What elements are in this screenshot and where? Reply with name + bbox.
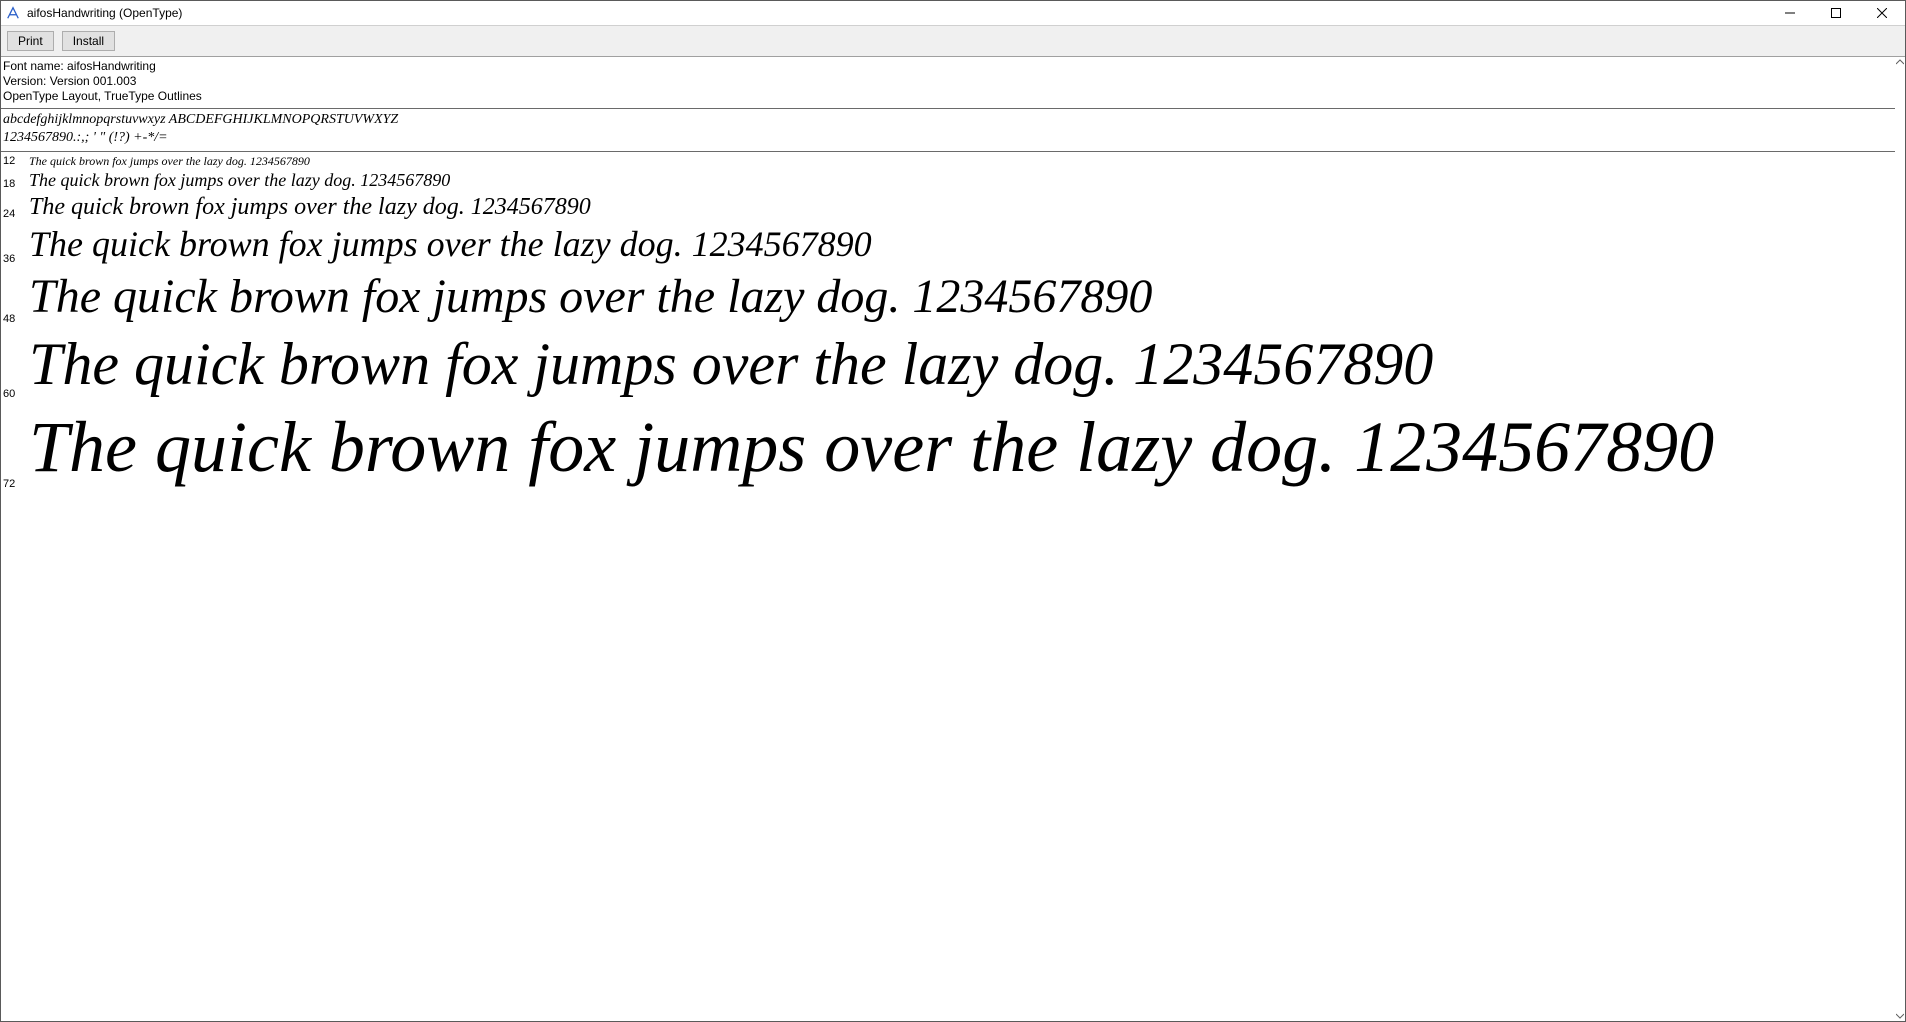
size-label: 36 (3, 253, 19, 267)
app-icon (5, 5, 21, 21)
font-version-line: Version: Version 001.003 (3, 74, 1893, 89)
sample-text: The quick brown fox jumps over the lazy … (29, 222, 872, 267)
minimize-button[interactable] (1767, 1, 1813, 25)
sample-text: The quick brown fox jumps over the lazy … (29, 154, 310, 169)
alphabet-line-1: abcdefghijklmnopqrstuvwxyz ABCDEFGHIJKLM… (3, 111, 1893, 129)
preview-area: Font name: aifosHandwriting Version: Ver… (1, 57, 1895, 1021)
sample-text: The quick brown fox jumps over the lazy … (29, 402, 1714, 492)
size-label: 18 (3, 178, 19, 192)
toolbar: Print Install (1, 25, 1905, 57)
scrollbar[interactable] (1895, 57, 1905, 1021)
alphabet-line-2: 1234567890.:,; ' " (!?) +-*/= (3, 129, 1893, 147)
window-controls (1767, 1, 1905, 25)
sample-text: The quick brown fox jumps over the lazy … (29, 192, 591, 222)
sample-row: 24 The quick brown fox jumps over the laz… (1, 192, 1895, 222)
titlebar: aifosHandwriting (OpenType) (1, 1, 1905, 25)
print-button[interactable]: Print (7, 31, 54, 51)
sample-row: 72 The quick brown fox jumps over the laz… (1, 402, 1895, 492)
size-label: 72 (3, 478, 19, 492)
size-label: 12 (3, 155, 19, 169)
sample-row: 12 The quick brown fox jumps over the laz… (1, 154, 1895, 169)
sample-row: 18 The quick brown fox jumps over the laz… (1, 169, 1895, 192)
font-layout-line: OpenType Layout, TrueType Outlines (3, 89, 1893, 104)
close-button[interactable] (1859, 1, 1905, 25)
size-samples: 12 The quick brown fox jumps over the laz… (1, 152, 1895, 492)
sample-text: The quick brown fox jumps over the lazy … (29, 267, 1152, 327)
maximize-button[interactable] (1813, 1, 1859, 25)
install-button[interactable]: Install (62, 31, 115, 51)
sample-row: 60 The quick brown fox jumps over the laz… (1, 327, 1895, 402)
size-label: 48 (3, 313, 19, 327)
font-name-line: Font name: aifosHandwriting (3, 59, 1893, 74)
scroll-down-icon[interactable] (1895, 1011, 1905, 1021)
scroll-up-icon[interactable] (1895, 57, 1905, 67)
font-info: Font name: aifosHandwriting Version: Ver… (1, 57, 1895, 109)
size-label: 60 (3, 388, 19, 402)
window-title: aifosHandwriting (OpenType) (27, 6, 182, 20)
sample-row: 36 The quick brown fox jumps over the laz… (1, 222, 1895, 267)
alphabet-sample: abcdefghijklmnopqrstuvwxyz ABCDEFGHIJKLM… (1, 109, 1895, 152)
size-label: 24 (3, 208, 19, 222)
sample-text: The quick brown fox jumps over the lazy … (29, 169, 450, 192)
sample-text: The quick brown fox jumps over the lazy … (29, 327, 1433, 402)
sample-row: 48 The quick brown fox jumps over the laz… (1, 267, 1895, 327)
